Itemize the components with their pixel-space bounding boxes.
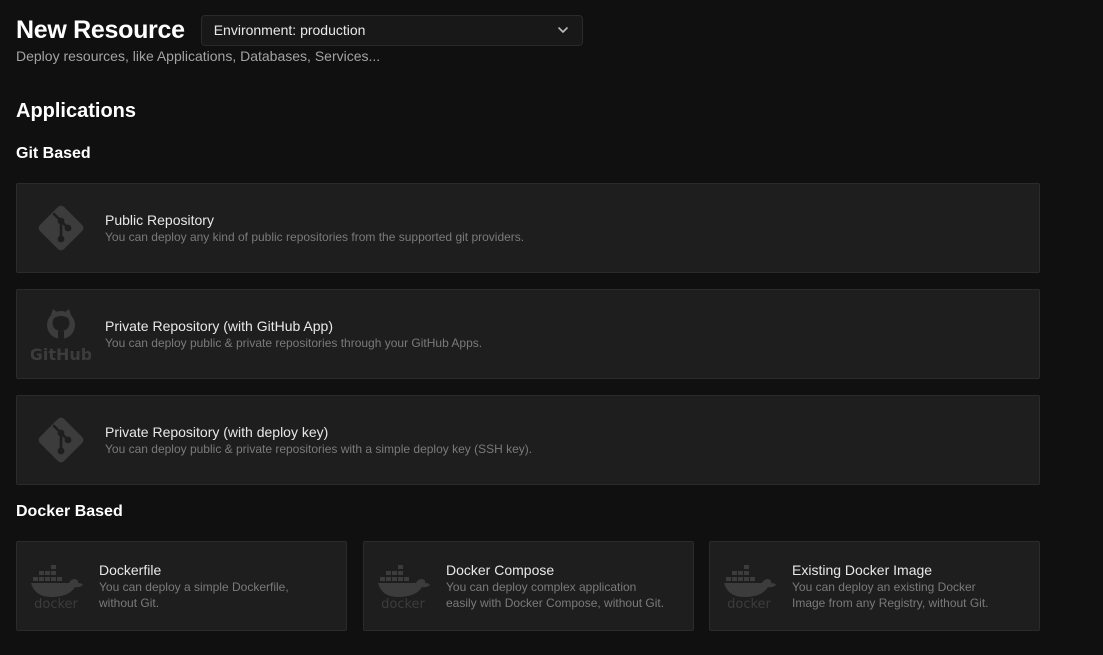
card-title: Dockerfile [99, 562, 162, 578]
docker-icon: docker [31, 565, 83, 609]
docker-logo: docker [29, 563, 85, 609]
private-repository-deploy-key-card[interactable]: Private Repository (with deploy key) You… [16, 395, 1040, 485]
chevron-down-icon [557, 27, 568, 33]
new-resource-page: New Resource Environment: production Dep… [0, 0, 1103, 655]
existing-docker-image-card[interactable]: docker Existing Docker Image You can dep… [709, 541, 1040, 631]
svg-text:docker: docker [727, 597, 771, 609]
git-logo [31, 199, 91, 257]
svg-text:docker: docker [34, 597, 78, 609]
docker-logo: docker [722, 563, 778, 609]
environment-select-value: Environment: production [213, 22, 366, 38]
github-icon: GitHub [31, 309, 91, 364]
docker-icon: docker [724, 565, 776, 609]
svg-text:GitHub: GitHub [31, 345, 91, 364]
card-title: Existing Docker Image [792, 562, 933, 578]
git-based-heading: Git Based [16, 145, 91, 162]
docker-compose-card[interactable]: docker Docker Compose You can deploy com… [363, 541, 694, 631]
card-description: You can deploy public & private reposito… [105, 336, 483, 350]
environment-select[interactable]: Environment: production [200, 14, 583, 46]
docker-based-heading: Docker Based [16, 503, 123, 520]
git-icon [38, 205, 84, 251]
applications-heading: Applications [16, 100, 137, 122]
card-description: You can deploy public & private reposito… [105, 442, 533, 456]
dockerfile-card[interactable]: docker Dockerfile You can deploy a simpl… [16, 541, 347, 631]
card-description: You can deploy any kind of public reposi… [105, 230, 525, 244]
page-title: New Resource [16, 16, 185, 44]
card-text: Dockerfile You can deploy a simple Docke… [99, 561, 319, 611]
page-subtitle: Deploy resources, like Applications, Dat… [16, 48, 381, 64]
github-logo: GitHub [31, 304, 91, 364]
card-description: You can deploy a simple Dockerfile, with… [99, 580, 289, 610]
card-description: You can deploy complex application easil… [446, 580, 665, 610]
card-text: Docker Compose You can deploy complex ap… [446, 561, 666, 611]
header: New Resource Environment: production [16, 14, 583, 46]
private-repository-github-app-card[interactable]: GitHub Private Repository (with GitHub A… [16, 289, 1040, 379]
git-logo [31, 411, 91, 469]
public-repository-card[interactable]: Public Repository You can deploy any kin… [16, 183, 1040, 273]
docker-icon: docker [378, 565, 430, 609]
card-title: Public Repository [105, 212, 214, 228]
card-text: Private Repository (with deploy key) You… [105, 423, 532, 457]
card-text: Existing Docker Image You can deploy an … [792, 561, 1012, 611]
card-title: Docker Compose [446, 562, 555, 578]
card-title: Private Repository (with GitHub App) [105, 318, 333, 334]
svg-text:docker: docker [381, 597, 425, 609]
docker-logo: docker [376, 563, 432, 609]
card-text: Public Repository You can deploy any kin… [105, 211, 524, 245]
card-description: You can deploy an existing Docker Image … [792, 580, 989, 610]
card-text: Private Repository (with GitHub App) You… [105, 317, 482, 351]
card-title: Private Repository (with deploy key) [105, 424, 329, 440]
git-icon [38, 417, 84, 463]
